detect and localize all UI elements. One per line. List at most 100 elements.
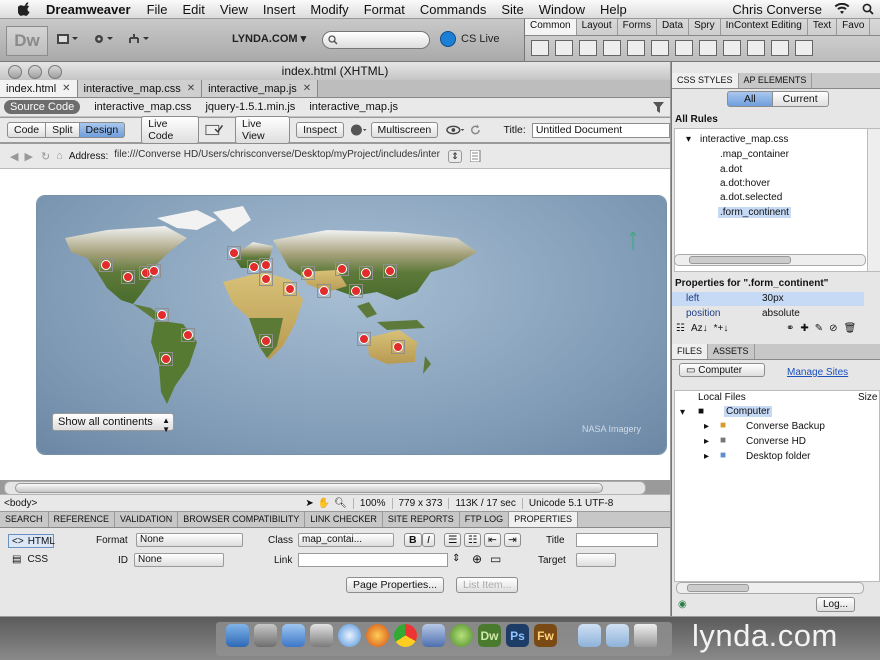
- stylesheet-node[interactable]: interactive_map.css: [700, 134, 788, 145]
- target-select[interactable]: [576, 553, 616, 567]
- italic-button[interactable]: I: [422, 533, 435, 547]
- map-dot[interactable]: [121, 270, 135, 284]
- tab-link-checker[interactable]: LINK CHECKER: [305, 512, 383, 527]
- preview-browser-icon[interactable]: [350, 123, 367, 137]
- tag-selector[interactable]: <body>: [4, 498, 37, 509]
- map-dot[interactable]: [181, 328, 195, 342]
- insert-anchor-icon[interactable]: [579, 40, 597, 56]
- menu-edit[interactable]: Edit: [183, 2, 205, 17]
- map-dot[interactable]: [359, 266, 373, 280]
- close-tab-icon[interactable]: ✕: [187, 83, 195, 94]
- mail-icon[interactable]: [282, 624, 305, 647]
- size-column[interactable]: Size: [858, 392, 877, 403]
- link-dropdown-icon[interactable]: ⇕: [452, 553, 460, 564]
- layout-icon[interactable]: [54, 31, 80, 47]
- zoom-window-button[interactable]: [48, 65, 62, 79]
- insert-tab-spry[interactable]: Spry: [689, 19, 721, 35]
- map-dot[interactable]: [159, 352, 173, 366]
- insert-widget-icon[interactable]: [723, 40, 741, 56]
- file-node[interactable]: Converse HD: [746, 436, 806, 447]
- horizontal-scrollbar[interactable]: [4, 481, 646, 495]
- cs-live-button[interactable]: CS Live: [440, 31, 500, 47]
- map-dot[interactable]: [357, 332, 371, 346]
- live-view-button[interactable]: Live View: [235, 116, 291, 144]
- list-item-button[interactable]: List Item...: [456, 577, 519, 593]
- map-dot[interactable]: [99, 258, 113, 272]
- firefox-icon[interactable]: [366, 624, 389, 647]
- live-code-button[interactable]: Live Code: [141, 116, 199, 144]
- inspect-button[interactable]: Inspect: [296, 122, 344, 138]
- close-window-button[interactable]: [8, 65, 22, 79]
- tab-ap-elements[interactable]: AP ELEMENTS: [739, 73, 813, 88]
- system-prefs-icon[interactable]: [254, 624, 277, 647]
- map-dot[interactable]: [317, 284, 331, 298]
- source-code-button[interactable]: Source Code: [4, 100, 81, 114]
- map-dot[interactable]: [155, 308, 169, 322]
- app-menu[interactable]: Dreamweaver: [46, 2, 131, 17]
- insert-template-icon[interactable]: [795, 40, 813, 56]
- filter-icon[interactable]: [653, 102, 664, 113]
- zoom-level[interactable]: 100%: [352, 497, 392, 509]
- tab-properties[interactable]: PROPERTIES: [509, 512, 578, 527]
- menu-help[interactable]: Help: [600, 2, 627, 17]
- tree-expand-icon[interactable]: ▸: [704, 436, 709, 447]
- property-value[interactable]: absolute: [762, 308, 800, 319]
- insert-tab-layout[interactable]: Layout: [577, 19, 618, 35]
- property-value[interactable]: 30px: [762, 293, 784, 304]
- help-search-input[interactable]: [322, 31, 430, 49]
- finder-icon[interactable]: [226, 624, 249, 647]
- insert-email-icon[interactable]: [555, 40, 573, 56]
- page-title-input[interactable]: Untitled Document: [531, 122, 671, 138]
- spotlight-icon[interactable]: [862, 3, 874, 15]
- manage-sites-link[interactable]: Manage Sites: [787, 367, 848, 378]
- window-size[interactable]: 779 x 373: [391, 497, 449, 509]
- menu-format[interactable]: Format: [364, 2, 405, 17]
- tree-collapse-icon[interactable]: ▾: [680, 407, 685, 418]
- file-node[interactable]: Desktop folder: [746, 451, 810, 462]
- related-file-css[interactable]: interactive_map.css: [94, 101, 191, 113]
- tab-browser-compat[interactable]: BROWSER COMPATIBILITY: [178, 512, 306, 527]
- tab-interactive-map-js[interactable]: interactive_map.js ✕: [202, 80, 319, 97]
- map-dot[interactable]: [383, 264, 397, 278]
- map-dot[interactable]: [259, 334, 273, 348]
- menu-commands[interactable]: Commands: [420, 2, 486, 17]
- map-dot[interactable]: [335, 262, 349, 276]
- bbedit-icon[interactable]: [422, 624, 445, 647]
- workspace-switcher[interactable]: LYNDA.COM ▾: [232, 32, 306, 45]
- point-to-file-icon[interactable]: ⊕: [472, 552, 482, 566]
- new-rule-icon[interactable]: ✚: [800, 323, 808, 334]
- css-rule[interactable]: a.dot.selected: [720, 192, 782, 203]
- log-button[interactable]: Log...: [816, 597, 856, 612]
- map-dot[interactable]: [259, 258, 273, 272]
- address-dropdown-icon[interactable]: ⇕: [448, 149, 462, 163]
- map-dot[interactable]: [391, 340, 405, 354]
- tab-site-reports[interactable]: SITE REPORTS: [383, 512, 460, 527]
- menu-site[interactable]: Site: [501, 2, 523, 17]
- related-file-jquery[interactable]: jquery-1.5.1.min.js: [205, 101, 295, 113]
- css-mode-button[interactable]: ▤ CSS: [12, 554, 48, 565]
- visual-aids-icon[interactable]: [446, 123, 465, 137]
- local-files-column[interactable]: Local Files: [698, 392, 746, 403]
- unordered-list-icon[interactable]: ☰: [444, 533, 462, 547]
- map-dot[interactable]: [259, 272, 273, 286]
- tab-files[interactable]: FILES: [672, 344, 709, 359]
- chrome-icon[interactable]: [394, 624, 417, 647]
- photoshop-dock-icon[interactable]: Ps: [506, 624, 529, 647]
- menu-insert[interactable]: Insert: [263, 2, 296, 17]
- menu-modify[interactable]: Modify: [310, 2, 348, 17]
- tab-reference[interactable]: REFERENCE: [49, 512, 116, 527]
- menu-view[interactable]: View: [220, 2, 248, 17]
- location-select[interactable]: ▭ Computer: [679, 363, 765, 377]
- apple-icon[interactable]: [18, 2, 32, 16]
- page-properties-button[interactable]: Page Properties...: [346, 577, 445, 593]
- insert-hyperlink-icon[interactable]: [531, 40, 549, 56]
- link-input[interactable]: [298, 553, 448, 567]
- tab-ftp-log[interactable]: FTP LOG: [460, 512, 510, 527]
- alpha-view-icon[interactable]: Az↓: [691, 323, 708, 334]
- minimize-window-button[interactable]: [28, 65, 42, 79]
- menu-window[interactable]: Window: [539, 2, 585, 17]
- indent-icon[interactable]: ⇥: [504, 533, 521, 547]
- back-arrow-icon[interactable]: ◀: [10, 150, 18, 163]
- insert-ap-div-icon[interactable]: [651, 40, 669, 56]
- insert-tab-forms[interactable]: Forms: [618, 19, 657, 35]
